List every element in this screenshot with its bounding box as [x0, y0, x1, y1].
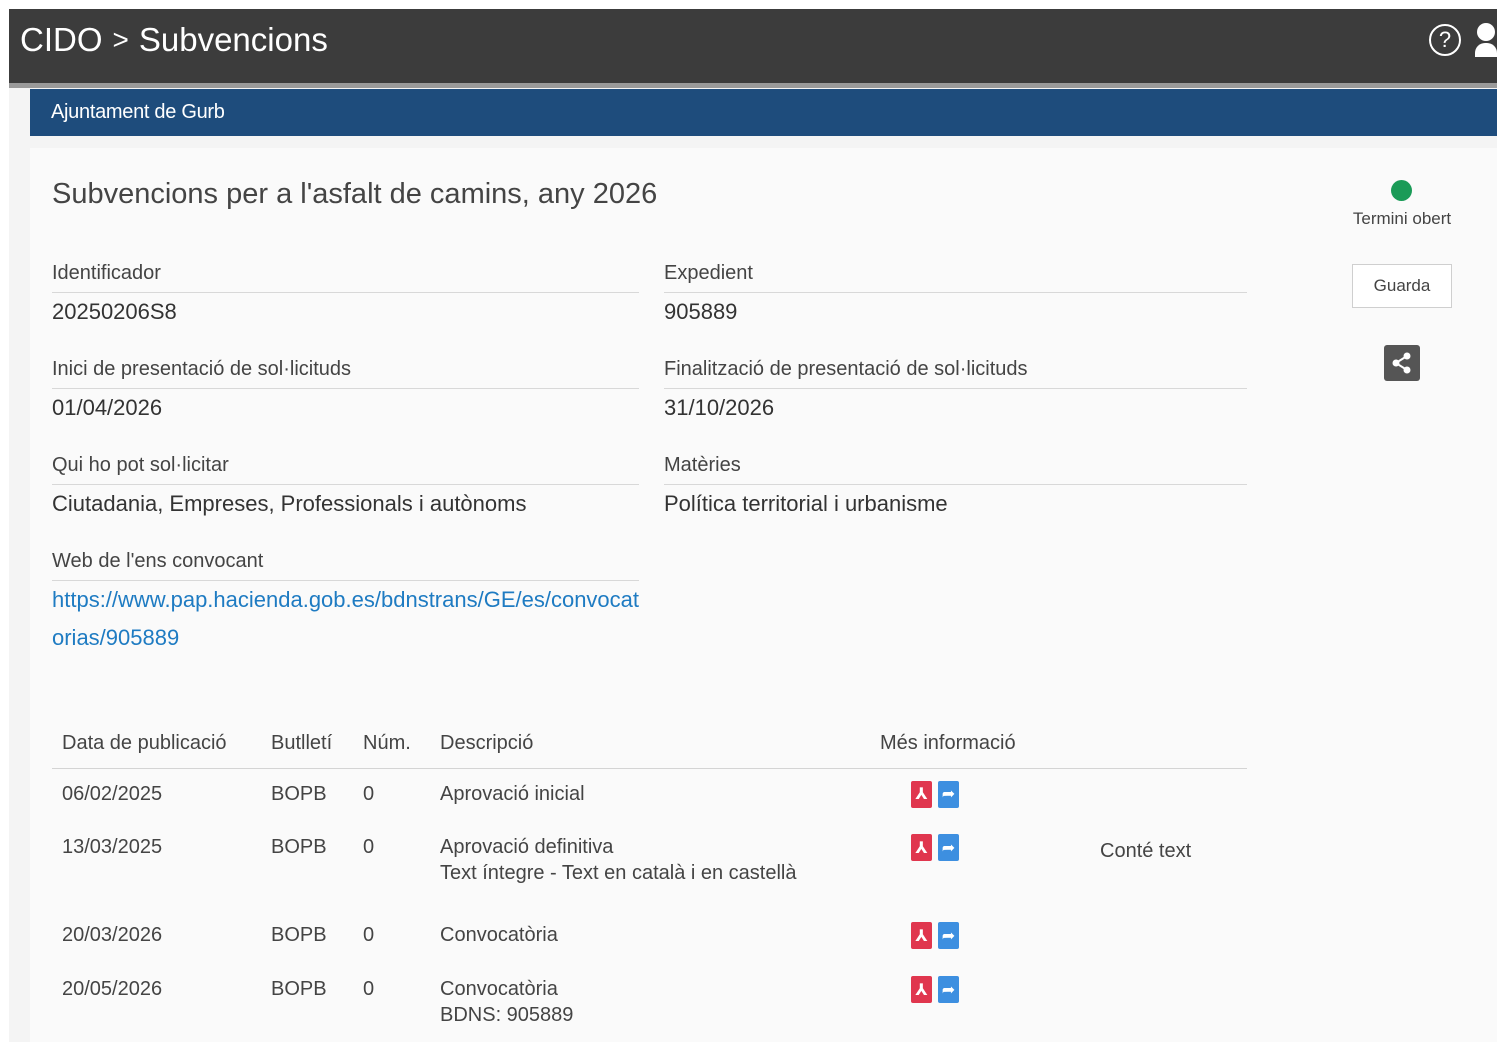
pdf-icon[interactable]: ⅄	[911, 834, 932, 861]
applicants-divider	[52, 484, 639, 485]
row-more-info: ⅄ ➦	[870, 964, 1090, 1042]
table-header-row: Data de publicació Butlletí Núm. Descrip…	[52, 720, 1247, 769]
row-note	[1090, 910, 1247, 964]
help-icon[interactable]: ?	[1429, 24, 1461, 56]
pdf-icon[interactable]: ⅄	[911, 780, 932, 808]
row-more-info: ⅄ ➦	[870, 768, 1090, 822]
status-indicator-icon	[1391, 180, 1412, 201]
external-link-icon[interactable]: ➦	[938, 976, 959, 1003]
end-date-value: 31/10/2026	[664, 395, 775, 420]
row-description-text: Aprovació inicial	[440, 782, 585, 805]
start-date-value: 01/04/2026	[52, 395, 163, 420]
publications-table: Data de publicació Butlletí Núm. Descrip…	[52, 720, 1247, 1042]
applicants-value: Ciutadania, Empreses, Professionals i au…	[52, 491, 527, 516]
column-header-bulletin: Butlletí	[261, 720, 353, 769]
row-date: 13/03/2025	[62, 836, 163, 858]
expedient-value: 905889	[664, 299, 738, 324]
web-link[interactable]: https://www.pap.hacienda.gob.es/bdnstran…	[52, 581, 642, 657]
breadcrumb: CIDO > Subvencions	[9, 21, 328, 59]
row-num: 0	[363, 978, 375, 1000]
table-row: 20/05/2026 BOPB 0 Convocatòria BDNS: 905…	[52, 964, 1247, 1042]
column-header-empty	[1090, 720, 1247, 769]
status-label: Termini obert	[1352, 209, 1452, 228]
row-date: 20/03/2026	[62, 924, 163, 946]
external-link-icon[interactable]: ➦	[938, 922, 959, 949]
row-bulletin: BOPB	[271, 924, 327, 946]
breadcrumb-section[interactable]: Subvencions	[139, 21, 328, 59]
external-link-icon[interactable]: ➦	[938, 780, 959, 808]
page-title: Subvencions per a l'asfalt de camins, an…	[52, 178, 658, 210]
column-header-description: Descripció	[430, 720, 870, 769]
subjects-value: Política territorial i urbanisme	[664, 491, 948, 516]
identifier-divider	[52, 292, 639, 293]
table-row: 13/03/2025 BOPB 0 Aprovació definitiva T…	[52, 822, 1247, 910]
end-date-label: Finalització de presentació de sol·licit…	[664, 358, 1028, 380]
table-row: 06/02/2025 BOPB 0 Aprovació inicial ⅄ ➦	[52, 768, 1247, 822]
breadcrumb-app[interactable]: CIDO	[20, 21, 103, 59]
row-description: Convocatòria BDNS: 905889	[430, 964, 870, 1042]
column-header-num: Núm.	[353, 720, 430, 769]
pdf-icon[interactable]: ⅄	[911, 922, 932, 949]
start-date-label: Inici de presentació de sol·licituds	[52, 358, 352, 380]
column-header-more-info: Més informació	[870, 720, 1090, 769]
entity-name: Ajuntament de Gurb	[51, 101, 225, 123]
external-link-icon[interactable]: ➦	[938, 834, 959, 861]
identifier-value: 20250206S8	[52, 299, 177, 324]
user-icon[interactable]	[1475, 23, 1497, 57]
row-description: Aprovació definitiva Text íntegre - Text…	[430, 822, 870, 910]
subjects-label: Matèries	[664, 454, 741, 476]
row-description-extra: Text íntegre - Text en català i en caste…	[440, 862, 797, 884]
pdf-icon[interactable]: ⅄	[911, 976, 932, 1003]
subjects-divider	[664, 484, 1247, 485]
web-label: Web de l'ens convocant	[52, 550, 264, 572]
row-date: 20/05/2026	[62, 978, 163, 1000]
row-num: 0	[363, 924, 375, 946]
share-icon[interactable]	[1384, 345, 1420, 381]
end-date-divider	[664, 388, 1247, 389]
row-note	[1090, 768, 1247, 822]
entity-bar: Ajuntament de Gurb	[30, 89, 1497, 136]
start-date-divider	[52, 388, 639, 389]
row-note: Conté text	[1100, 840, 1192, 862]
row-description: Convocatòria	[430, 910, 870, 964]
row-description: Aprovació inicial	[430, 768, 870, 822]
row-note	[1090, 964, 1247, 1042]
applicants-label: Qui ho pot sol·licitar	[52, 454, 229, 476]
identifier-label: Identificador	[52, 262, 161, 284]
save-button[interactable]: Guarda	[1352, 264, 1452, 308]
row-description-extra: BDNS: 905889	[440, 1004, 574, 1026]
row-more-info: ⅄ ➦	[870, 822, 1090, 910]
column-header-date: Data de publicació	[52, 720, 261, 769]
breadcrumb-separator: >	[112, 23, 129, 55]
row-bulletin: BOPB	[271, 836, 327, 858]
top-bar: CIDO > Subvencions ?	[9, 9, 1497, 83]
expedient-label: Expedient	[664, 262, 753, 284]
row-bulletin: BOPB	[271, 782, 327, 805]
row-num: 0	[363, 782, 375, 805]
expedient-divider	[664, 292, 1247, 293]
row-description-text: Convocatòria	[440, 924, 558, 946]
row-date: 06/02/2025	[62, 782, 163, 805]
table-row: 20/03/2026 BOPB 0 Convocatòria ⅄ ➦	[52, 910, 1247, 964]
row-more-info: ⅄ ➦	[870, 910, 1090, 964]
row-bulletin: BOPB	[271, 978, 327, 1000]
row-num: 0	[363, 836, 375, 858]
